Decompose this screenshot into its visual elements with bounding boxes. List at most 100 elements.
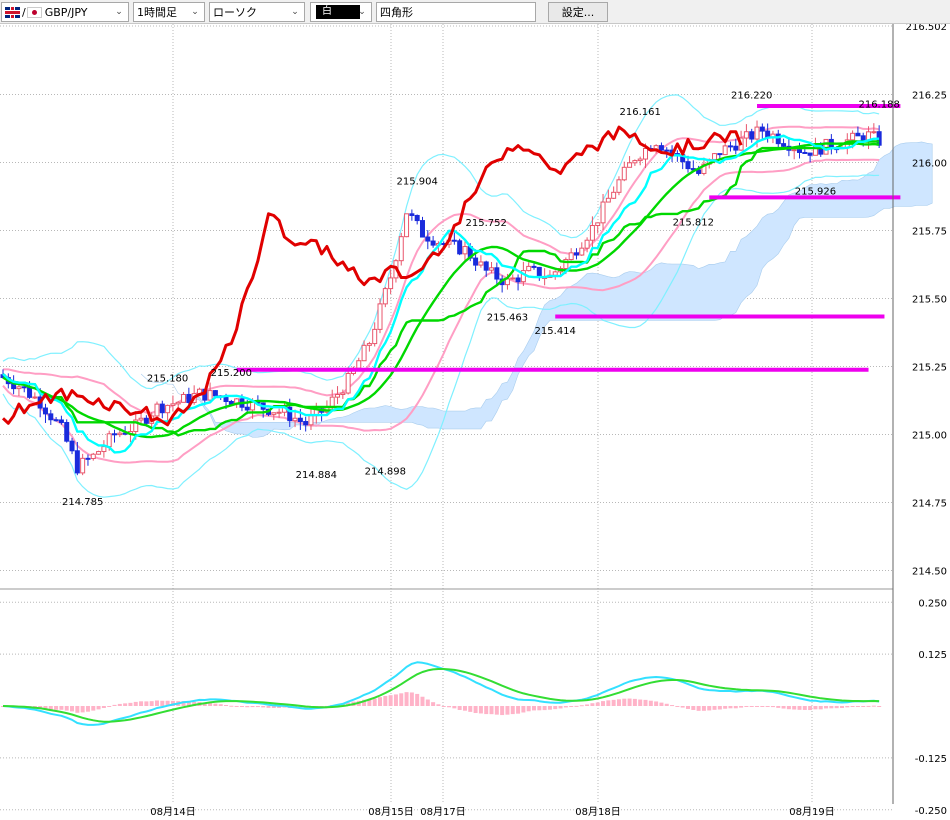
candle-body [276,411,282,414]
histogram-bar [574,705,579,707]
y-tick-label: 215.50 [912,295,947,306]
candle-body [16,386,22,390]
candle-body [627,162,633,168]
candle-body [345,372,351,394]
y-tick-label: -0.125 [915,754,947,765]
histogram-bar [547,706,552,710]
histogram-bar [224,704,229,706]
histogram-bar [494,706,499,715]
candle-body [372,328,378,345]
chart-style-select[interactable]: ローソク ⌄ [209,2,305,22]
candle-body [271,412,277,415]
histogram-bar [850,706,855,707]
candle-body [382,288,388,305]
candle-body [377,303,383,330]
candle-body [244,406,250,411]
histogram-bar [707,706,712,711]
candle-body [531,265,537,268]
histogram-bar [409,692,414,706]
histogram-bar [871,705,876,707]
histogram-bar [744,706,749,707]
y-tick-label: -0.250 [915,806,947,817]
histogram-bar [532,706,536,711]
color-label: 白 [322,6,332,17]
histogram-bar [712,706,717,710]
histogram-bar [234,705,239,707]
candle-body [425,236,431,242]
histogram-bar [733,706,738,709]
candle-body [451,239,457,242]
histogram-bar [218,704,223,706]
candle-body [552,271,558,276]
candle-body [404,213,410,238]
candle-body [112,433,118,436]
candle-body [600,201,606,224]
candle-body [616,179,622,193]
candle-body [207,390,213,401]
histogram-bar [245,706,250,708]
histogram-bar [824,706,829,709]
histogram-bar [431,702,436,706]
histogram-bar [866,705,871,707]
symbol-select[interactable]: / GBP/JPY ⌄ [1,2,129,22]
toolbar: / GBP/JPY ⌄ 1時間足 ⌄ ローソク ⌄ 白 ⌄ 四角形 設定... [0,0,950,24]
histogram-bar [457,706,462,710]
timeframe-select[interactable]: 1時間足 ⌄ [133,2,205,22]
y-tick-label: 215.75 [912,227,947,238]
candle-body [727,145,733,148]
histogram-bar [154,700,159,706]
uk-flag-icon [5,6,20,18]
candle-body [781,143,787,147]
candle-body [489,267,495,271]
candle-body [366,343,372,346]
histogram-bar [54,706,59,710]
histogram-bar [585,704,590,706]
histogram-bar [701,706,706,711]
histogram-bar [383,695,388,706]
candle-body [414,214,420,222]
symbol-label: GBP/JPY [44,5,88,19]
color-select[interactable]: 白 ⌄ [310,2,372,22]
histogram-bar [622,698,627,706]
histogram-bar [558,706,563,709]
histogram-bar [505,706,510,715]
histogram-bar [378,697,383,706]
timeframe-label: 1時間足 [137,6,177,19]
candle-body [637,158,643,162]
x-tick-label: 08月14日 [150,806,195,818]
histogram-bar [717,706,722,710]
histogram-bar [489,706,494,715]
histogram-bar [563,706,568,708]
price-label: 216.188 [858,99,899,110]
drawing-tool-field[interactable]: 四角形 [376,2,536,22]
histogram-bar [213,703,218,706]
settings-button[interactable]: 設定... [548,2,608,22]
histogram-bar [261,706,266,708]
candle-body [175,401,181,405]
price-label: 215.926 [795,187,836,198]
histogram-bar [627,698,632,706]
histogram-bar [839,706,844,708]
candle-body [733,145,739,151]
y-tick-label: 214.50 [912,567,947,578]
chart-area[interactable]: 214.785 215.180 215.200 214.884 214.898 215.9… [0,24,950,820]
x-tick-label: 08月19日 [789,806,834,818]
histogram-bar [553,706,558,710]
candle-body [32,396,38,399]
candle-body [823,138,829,155]
histogram-bar [266,706,271,708]
histogram-bar [388,695,393,706]
histogram-bar [638,699,643,706]
candle-body [58,419,64,423]
price-label: 216.161 [620,107,661,118]
histogram-bar [70,706,75,712]
histogram-bar [436,704,441,706]
histogram-bar [229,705,234,707]
candle-body [42,407,48,415]
histogram-bar [765,706,770,707]
candle-body [335,394,341,398]
histogram-bar [579,705,584,707]
histogram-bar [516,706,521,714]
histogram-bar [500,706,505,716]
histogram-bar [521,706,526,713]
